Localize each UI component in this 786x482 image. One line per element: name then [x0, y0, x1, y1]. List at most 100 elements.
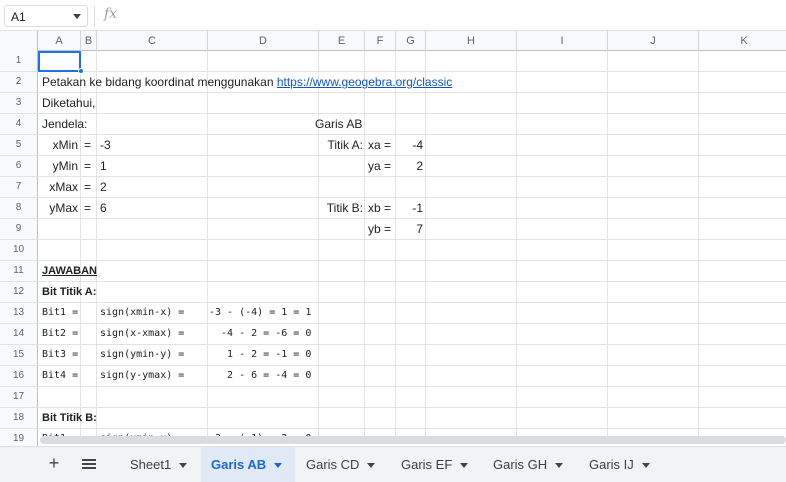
row-header[interactable]: 13 — [0, 303, 38, 323]
table-row: 16 Bit4 = sign(y-ymax) = 2 - 6 = -4 = 0 — [0, 366, 786, 387]
cell-a11[interactable]: JAWABAN — [42, 261, 97, 281]
cell-a13[interactable]: Bit1 = — [42, 303, 78, 323]
sheet-tab-garis-ab[interactable]: Garis AB — [201, 447, 295, 482]
cell-e8[interactable]: Titik B: — [319, 198, 363, 218]
cell-b5[interactable]: = — [84, 135, 91, 155]
cell-e4[interactable]: Garis AB — [315, 114, 362, 134]
cell-c5[interactable]: -3 — [100, 135, 111, 155]
row-header[interactable]: 5 — [0, 135, 38, 155]
sheet-tab-garis-gh[interactable]: Garis GH — [483, 447, 571, 482]
cell-a18[interactable]: Bit Titik B: — [42, 408, 97, 428]
column-header-h[interactable]: H — [426, 31, 517, 51]
add-sheet-icon[interactable]: + — [46, 453, 62, 474]
row-header[interactable]: 17 — [0, 387, 38, 407]
chevron-down-icon[interactable] — [73, 14, 81, 19]
name-box[interactable]: A1 — [4, 5, 88, 27]
chevron-down-icon[interactable] — [555, 463, 564, 469]
cell-c14[interactable]: sign(x-xmax) = — [100, 324, 184, 344]
table-row: 14 Bit2 = sign(x-xmax) = -4 - 2 = -6 = 0 — [0, 324, 786, 345]
select-all-corner[interactable] — [0, 31, 38, 51]
active-cell-selection[interactable] — [38, 51, 81, 72]
row-header[interactable]: 1 — [0, 51, 38, 71]
cell-a12[interactable]: Bit Titik A: — [42, 282, 96, 302]
row-header[interactable]: 10 — [0, 240, 38, 260]
cell-a14[interactable]: Bit2 = — [42, 324, 78, 344]
column-header-c[interactable]: C — [97, 31, 208, 51]
row-header[interactable]: 11 — [0, 261, 38, 281]
row-header[interactable]: 4 — [0, 114, 38, 134]
cell-c8[interactable]: 6 — [100, 198, 107, 218]
tab-label: Garis EF — [401, 457, 453, 472]
cell-g5[interactable]: -4 — [396, 135, 423, 155]
cell-b6[interactable]: = — [84, 156, 91, 176]
tab-label: Garis CD — [306, 457, 360, 472]
cell-a3[interactable]: Diketahui, — [42, 93, 95, 113]
row-header[interactable]: 14 — [0, 324, 38, 344]
cell-b7[interactable]: = — [84, 177, 91, 197]
cell-c15[interactable]: sign(ymin-y) = — [100, 345, 184, 365]
chevron-down-icon[interactable] — [274, 463, 283, 469]
cell-g8[interactable]: -1 — [396, 198, 423, 218]
cell-a4[interactable]: Jendela: — [42, 114, 87, 134]
cell-d14[interactable]: -4 - 2 = -6 = 0 — [209, 324, 311, 344]
table-row: 6 yMin = 1 ya = 2 — [0, 156, 786, 177]
row-header[interactable]: 18 — [0, 408, 38, 428]
sheet-tab-garis-ef[interactable]: Garis EF — [391, 447, 475, 482]
cell-d16[interactable]: 2 - 6 = -4 = 0 — [209, 366, 311, 386]
cell-a6[interactable]: yMin — [38, 156, 78, 176]
cell-g6[interactable]: 2 — [396, 156, 423, 176]
chevron-down-icon[interactable] — [179, 463, 188, 469]
row-header[interactable]: 2 — [0, 72, 38, 92]
fill-handle[interactable] — [78, 68, 84, 74]
column-header-b[interactable]: B — [81, 31, 97, 51]
chevron-down-icon[interactable] — [367, 463, 376, 469]
cell-d13[interactable]: -3 - (-4) = 1 = 1 — [209, 303, 311, 323]
all-sheets-menu-icon[interactable] — [82, 459, 96, 469]
column-header-e[interactable]: E — [319, 31, 365, 51]
cell-a5[interactable]: xMin — [38, 135, 78, 155]
chevron-down-icon[interactable] — [460, 463, 469, 469]
cell-g9[interactable]: 7 — [396, 219, 423, 239]
column-header-d[interactable]: D — [208, 31, 319, 51]
column-header-f[interactable]: F — [365, 31, 396, 51]
cell-b8[interactable]: = — [84, 198, 91, 218]
cell-a2[interactable]: Petakan ke bidang koordinat menggunakan … — [42, 72, 452, 92]
cell-c13[interactable]: sign(xmin-x) = — [100, 303, 184, 323]
row-header[interactable]: 16 — [0, 366, 38, 386]
column-header-g[interactable]: G — [396, 31, 426, 51]
column-header-k[interactable]: K — [699, 31, 786, 51]
table-row: 15 Bit3 = sign(ymin-y) = 1 - 2 = -1 = 0 — [0, 345, 786, 366]
cell-a16[interactable]: Bit4 = — [42, 366, 78, 386]
cell-f5[interactable]: xa = — [368, 135, 391, 155]
geogebra-link[interactable]: https://www.geogebra.org/classic — [277, 75, 452, 89]
cell-c7[interactable]: 2 — [100, 177, 107, 197]
cell-c6[interactable]: 1 — [100, 156, 107, 176]
cell-f8[interactable]: xb = — [368, 198, 391, 218]
cell-d15[interactable]: 1 - 2 = -1 = 0 — [209, 345, 311, 365]
sheet-tab-garis-ij[interactable]: Garis IJ — [579, 447, 663, 482]
sheet-tab-garis-cd[interactable]: Garis CD — [296, 447, 384, 482]
table-row: 13 Bit1 = sign(xmin-x) = -3 - (-4) = 1 =… — [0, 303, 786, 324]
column-header-j[interactable]: J — [608, 31, 699, 51]
row-header[interactable]: 6 — [0, 156, 38, 176]
column-header-i[interactable]: I — [517, 31, 608, 51]
cell-e5[interactable]: Titik A: — [319, 135, 363, 155]
cell-f9[interactable]: yb = — [368, 219, 391, 239]
row-header[interactable]: 8 — [0, 198, 38, 218]
column-header-a[interactable]: A — [38, 31, 81, 51]
chevron-down-icon[interactable] — [641, 463, 650, 469]
horizontal-scrollbar[interactable] — [40, 436, 786, 444]
cell-text: Petakan ke bidang koordinat menggunakan — [42, 75, 277, 89]
row-header[interactable]: 12 — [0, 282, 38, 302]
cell-c16[interactable]: sign(y-ymax) = — [100, 366, 184, 386]
row-header[interactable]: 7 — [0, 177, 38, 197]
tab-label: Garis GH — [493, 457, 548, 472]
cell-a7[interactable]: xMax — [38, 177, 78, 197]
cell-f6[interactable]: ya = — [368, 156, 391, 176]
row-header[interactable]: 15 — [0, 345, 38, 365]
row-header[interactable]: 3 — [0, 93, 38, 113]
cell-a15[interactable]: Bit3 = — [42, 345, 78, 365]
sheet-tab-sheet1[interactable]: Sheet1 — [120, 447, 200, 482]
row-header[interactable]: 9 — [0, 219, 38, 239]
cell-a8[interactable]: yMax — [38, 198, 78, 218]
